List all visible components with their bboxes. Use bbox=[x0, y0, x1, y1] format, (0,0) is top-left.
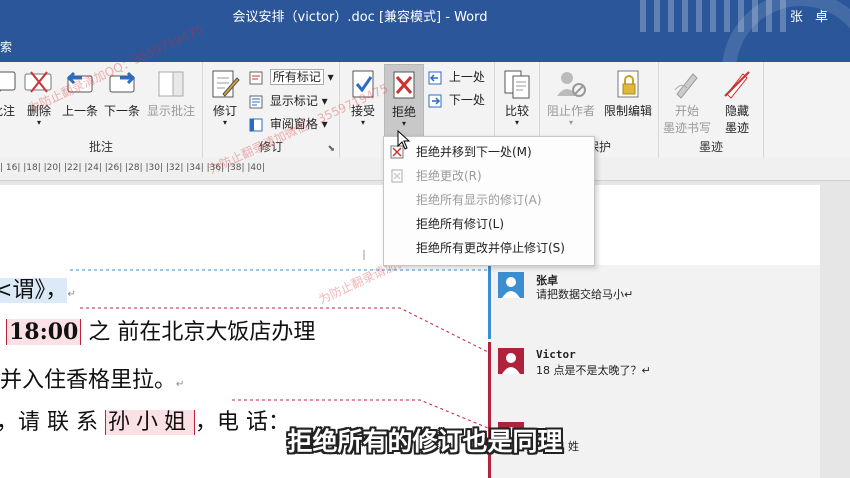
window-title: 会议安排（victor）.doc [兼容模式] - Word bbox=[232, 10, 488, 25]
comment-bar-blue bbox=[488, 265, 491, 339]
compare-button[interactable]: 比较 ▾ bbox=[499, 68, 535, 127]
restrict-editing-button[interactable]: 限制编辑 bbox=[600, 68, 656, 119]
doc-line-2: 18:00 之 前在北京大饭店办理 bbox=[6, 314, 315, 346]
lock-icon bbox=[617, 70, 639, 98]
tell-me-search[interactable]: 索 bbox=[0, 38, 12, 55]
track-changes-button[interactable]: 修订 ▾ bbox=[207, 68, 243, 127]
hide-ink-button[interactable]: 隐藏 墨迹 bbox=[715, 68, 759, 136]
compare-icon bbox=[504, 70, 530, 99]
show-markup-icon bbox=[249, 95, 263, 108]
avatar-icon bbox=[498, 272, 524, 298]
menu-reject-all-shown[interactable]: 拒绝所有显示的修订(A) bbox=[384, 188, 594, 212]
block-authors-button[interactable]: 阻止作者 ▾ bbox=[542, 68, 600, 127]
doc-line-2-rest: 之 前在北京大饭店办理 bbox=[81, 320, 316, 345]
paragraph-mark: ↵ bbox=[176, 379, 185, 390]
comment-author: Victor bbox=[536, 348, 576, 361]
menu-reject-all-stop-tracking[interactable]: 拒绝所有更改并停止修订(S) bbox=[384, 236, 594, 260]
block-authors-icon bbox=[557, 72, 586, 97]
next-change-icon bbox=[428, 94, 442, 107]
menu-reject-all[interactable]: 拒绝所有修订(L) bbox=[384, 212, 594, 236]
show-markup-dropdown[interactable]: 显示标记 ▾ bbox=[249, 92, 328, 109]
markup-icon bbox=[249, 71, 263, 84]
previous-change-icon bbox=[428, 71, 442, 84]
paragraph-mark: ↵ bbox=[67, 289, 76, 300]
avatar-icon bbox=[498, 348, 524, 374]
video-subtitle: 拒绝所有的修订也是同理 bbox=[287, 427, 563, 456]
ink-group-label: 墨迹 bbox=[698, 140, 723, 154]
comment-text: 18 点是不是太晚了？↵ bbox=[536, 364, 651, 377]
ink-group: 开始 墨迹书写 隐藏 墨迹 墨迹 bbox=[659, 62, 764, 158]
reject-icon bbox=[393, 71, 415, 99]
comments-group-label: 批注 bbox=[88, 140, 113, 154]
commented-text-1: <谓》， bbox=[0, 278, 68, 303]
tracking-options-launcher[interactable]: ⬊ bbox=[327, 144, 335, 154]
start-inking-button[interactable]: 开始 墨迹书写 bbox=[659, 68, 715, 136]
mouse-pointer-icon bbox=[397, 130, 411, 150]
reject-change-icon bbox=[391, 169, 403, 183]
comment-text: 请把数据交给马小↵ bbox=[536, 288, 634, 301]
commented-time: 18:00 bbox=[6, 319, 82, 345]
pen-icon bbox=[674, 73, 698, 99]
new-comment-button[interactable]: 批注 bbox=[0, 68, 20, 119]
previous-change-button[interactable]: 上一处 bbox=[428, 68, 485, 85]
display-for-review-dropdown[interactable]: 所有标记 ▾ bbox=[249, 68, 334, 85]
track-changes-icon bbox=[212, 70, 240, 98]
title-bar: 会议安排（victor）.doc [兼容模式] - Word 张 卓 bbox=[0, 0, 850, 32]
doc-line-3-text: 并入住香格里拉。 bbox=[0, 368, 177, 393]
menu-reject-change[interactable]: 拒绝更改(R) bbox=[384, 164, 594, 188]
doc-line-1: <谓》，↵ bbox=[0, 272, 76, 304]
show-comments-icon bbox=[158, 71, 184, 97]
hide-ink-icon bbox=[724, 71, 750, 99]
next-change-button[interactable]: 下一处 bbox=[428, 91, 485, 108]
show-comments-button[interactable]: 显示批注 bbox=[144, 68, 198, 119]
new-comment-icon bbox=[0, 71, 16, 92]
reject-button[interactable]: 拒绝 ▾ bbox=[384, 64, 424, 138]
reject-dropdown-menu: 拒绝并移到下一处(M) 拒绝更改(R) 拒绝所有显示的修订(A) 拒绝所有修订(… bbox=[383, 136, 595, 266]
doc-line-3: 并入住香格里拉。↵ bbox=[0, 362, 184, 394]
menu-reject-and-move-next[interactable]: 拒绝并移到下一处(M) bbox=[384, 140, 594, 164]
reviewing-pane-icon bbox=[249, 118, 263, 131]
